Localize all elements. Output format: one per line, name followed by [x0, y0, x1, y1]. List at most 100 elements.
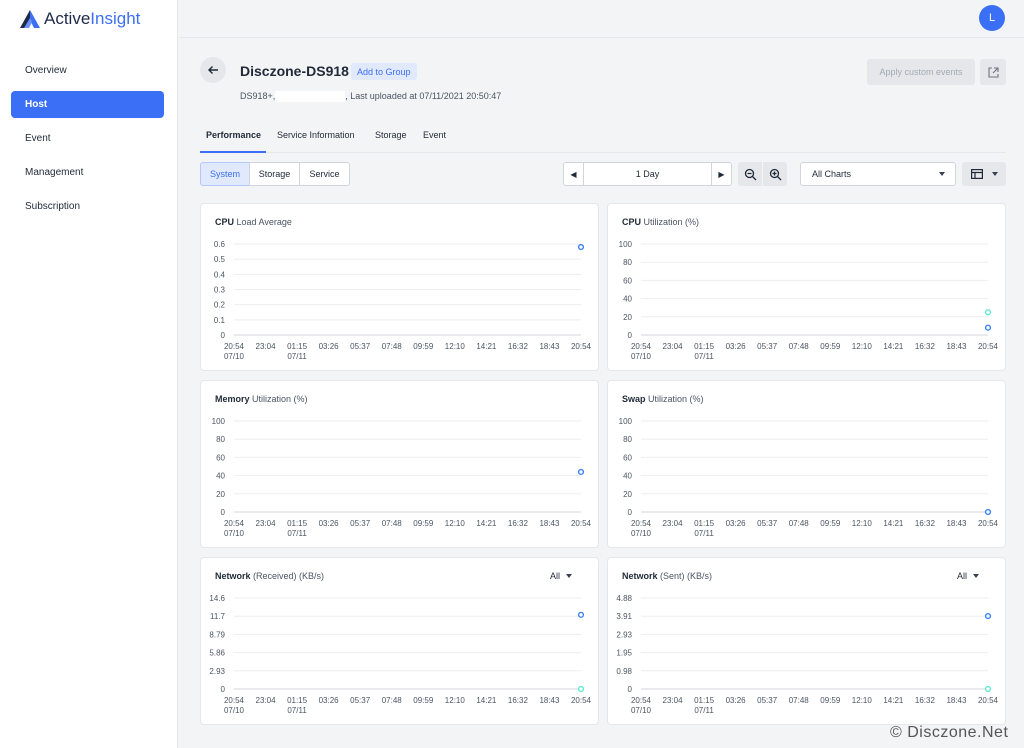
- y-tick-label: 60: [623, 276, 632, 285]
- y-tick-label: 2.93: [209, 667, 225, 676]
- x-tick-label: 20:54: [631, 696, 652, 705]
- sidebar-item-host[interactable]: Host: [11, 91, 164, 118]
- x-tick-label: 07:48: [789, 696, 810, 705]
- activeinsight-logo-icon: [20, 10, 40, 28]
- segment-storage[interactable]: Storage: [249, 162, 300, 186]
- x-tick-label: 14:21: [883, 342, 904, 351]
- x-tick-label: 23:04: [256, 696, 277, 705]
- y-tick-label: 0.1: [214, 316, 226, 325]
- x-tick-sublabel: 07/10: [631, 529, 652, 538]
- y-tick-label: 0.5: [214, 255, 226, 264]
- network-received-filter-dropdown[interactable]: All: [550, 571, 573, 581]
- tab-storage[interactable]: Storage: [375, 130, 407, 140]
- back-button[interactable]: [200, 57, 226, 83]
- y-tick-label: 1.95: [616, 649, 632, 658]
- x-tick-label: 09:59: [820, 342, 841, 351]
- chart-title: Network (Sent) (KB/s): [622, 571, 712, 581]
- y-tick-label: 0: [628, 685, 633, 694]
- tab-performance[interactable]: Performance: [206, 130, 261, 140]
- caret-right-icon: ▶: [718, 169, 725, 179]
- chart-title-rest: Load Average: [234, 217, 292, 227]
- x-tick-label: 05:37: [757, 519, 778, 528]
- x-tick-sublabel: 07/10: [631, 706, 652, 715]
- zoom-out-button[interactable]: [738, 162, 762, 186]
- chart-title-bold: CPU: [215, 217, 235, 227]
- caret-left-icon: ◀: [570, 169, 577, 179]
- x-tick-label: 01:15: [694, 519, 715, 528]
- tab-service-information[interactable]: Service Information: [277, 130, 355, 140]
- x-tick-label: 16:32: [508, 519, 529, 528]
- x-tick-label: 16:32: [508, 342, 529, 351]
- layout-toggle-button[interactable]: [962, 162, 1006, 186]
- logo-text-part1: Active: [44, 9, 91, 28]
- chart-filter-select[interactable]: All Charts: [800, 162, 956, 186]
- x-tick-label: 07:48: [382, 342, 403, 351]
- y-tick-label: 5.86: [209, 649, 225, 658]
- x-tick-label: 20:54: [224, 696, 245, 705]
- x-tick-label: 14:21: [883, 696, 904, 705]
- x-tick-label: 09:59: [820, 696, 841, 705]
- x-tick-label: 23:04: [663, 519, 684, 528]
- avatar[interactable]: L: [979, 5, 1005, 31]
- data-point: [577, 685, 585, 693]
- data-point: [984, 612, 992, 620]
- chart-title-bold: CPU: [622, 217, 642, 227]
- network-sent-filter-dropdown[interactable]: All: [957, 571, 980, 581]
- chart-title: Swap Utilization (%): [622, 394, 704, 404]
- y-tick-label: 80: [623, 435, 632, 444]
- chart-title-rest: Utilization (%): [645, 394, 704, 404]
- chart-title-rest: Utilization (%): [641, 217, 700, 227]
- time-range-control: ◀ 1 Day ▶: [563, 162, 732, 186]
- y-tick-label: 60: [623, 453, 632, 462]
- x-tick-sublabel: 07/11: [694, 352, 714, 361]
- zoom-in-button[interactable]: [763, 162, 787, 186]
- y-tick-label: 0: [221, 685, 226, 694]
- tab-event[interactable]: Event: [423, 130, 446, 140]
- top-bar: L: [179, 0, 1024, 38]
- add-to-group-button[interactable]: Add to Group: [351, 63, 417, 80]
- y-tick-label: 14.6: [209, 594, 225, 603]
- chart-filter-value: All Charts: [812, 169, 852, 179]
- x-tick-sublabel: 07/11: [287, 352, 307, 361]
- segment-system[interactable]: System: [200, 162, 250, 186]
- sidebar-item-label: Event: [25, 133, 51, 144]
- y-tick-label: 8.79: [209, 630, 225, 639]
- x-tick-label: 14:21: [476, 696, 497, 705]
- apply-custom-events-button[interactable]: Apply custom events: [867, 59, 975, 85]
- x-tick-label: 14:21: [476, 342, 497, 351]
- y-tick-label: 20: [623, 490, 632, 499]
- x-tick-label: 01:15: [287, 696, 308, 705]
- x-tick-sublabel: 07/10: [224, 706, 245, 715]
- sidebar-item-label: Overview: [25, 65, 67, 76]
- dropdown-value: All: [957, 571, 968, 581]
- y-tick-label: 40: [216, 472, 225, 481]
- x-tick-label: 03:26: [319, 519, 340, 528]
- x-tick-label: 23:04: [663, 342, 684, 351]
- x-tick-label: 03:26: [726, 696, 747, 705]
- sidebar-item-management[interactable]: Management: [11, 159, 164, 186]
- x-tick-sublabel: 07/10: [224, 352, 245, 361]
- segment-service[interactable]: Service: [299, 162, 350, 186]
- data-point: [577, 611, 585, 618]
- zoom-out-icon: [744, 168, 756, 180]
- sidebar-item-label: Host: [25, 99, 48, 110]
- x-tick-label: 12:10: [852, 342, 873, 351]
- x-tick-label: 03:26: [726, 342, 747, 351]
- open-external-button[interactable]: [980, 59, 1006, 85]
- data-point: [984, 685, 992, 693]
- chart-title-bold: Network: [215, 571, 251, 581]
- range-next-button[interactable]: ▶: [711, 163, 731, 185]
- sidebar-item-event[interactable]: Event: [11, 125, 164, 152]
- watermark: © Disczone.Net: [890, 724, 1009, 741]
- logo[interactable]: Active Insight: [20, 8, 140, 30]
- sidebar-item-overview[interactable]: Overview: [11, 57, 164, 84]
- sidebar-item-subscription[interactable]: Subscription: [11, 193, 164, 220]
- chart-plot: 14.611.78.795.862.93020:5407/1023:04 01:1…: [209, 594, 591, 715]
- chart-card-network-received: Network (Received) (KB/s) All 14.6 11.7 8.…: [200, 557, 599, 725]
- y-tick-label: 80: [216, 435, 225, 444]
- y-tick-label: 0: [628, 508, 633, 517]
- sidebar: Active Insight Overview Host Event Manage…: [0, 0, 178, 748]
- range-prev-button[interactable]: ◀: [564, 163, 584, 185]
- chevron-down-icon: [566, 574, 573, 578]
- x-tick-label: 18:43: [539, 696, 560, 705]
